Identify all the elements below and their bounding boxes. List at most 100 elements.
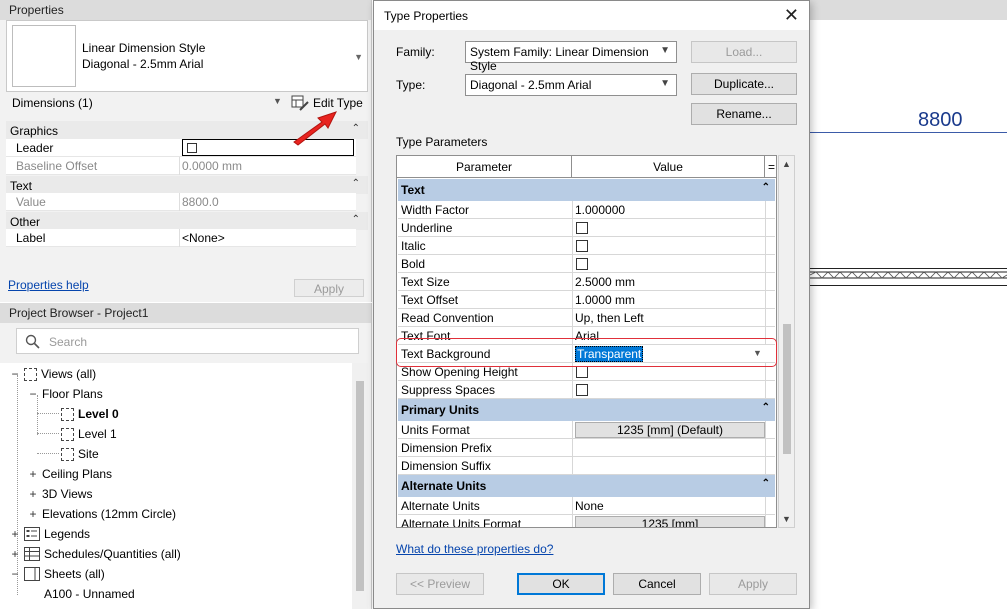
browser-search-input[interactable]: Search <box>16 328 359 354</box>
group-label: Primary Units <box>401 403 480 417</box>
collapse-icon[interactable]: − <box>28 387 38 401</box>
chevron-down-icon[interactable]: ▼ <box>660 78 670 89</box>
suppress-spaces-checkbox[interactable] <box>576 384 588 396</box>
expand-icon[interactable]: + <box>28 487 38 501</box>
property-label: Leader <box>16 141 54 155</box>
chevron-up-icon[interactable]: ▲ <box>782 159 791 169</box>
units-format-button[interactable]: 1235 [mm] (Default) <box>575 422 765 438</box>
tree-label: Legends <box>44 527 91 541</box>
tree-node-elevations[interactable]: + Elevations (12mm Circle) <box>28 505 176 523</box>
collapse-icon[interactable]: ⌃ <box>762 182 770 193</box>
chevron-down-icon[interactable]: ▼ <box>660 45 670 56</box>
ok-button[interactable]: OK <box>517 573 605 595</box>
alternate-units-format-button[interactable]: 1235 [mm] <box>575 516 765 527</box>
italic-checkbox[interactable] <box>576 240 588 252</box>
tree-node-ceiling-plans[interactable]: + Ceiling Plans <box>28 465 112 483</box>
param-label: Italic <box>401 239 426 253</box>
wall-hatch <box>810 271 1007 279</box>
property-value[interactable]: <None> <box>182 231 225 245</box>
chevron-down-icon[interactable]: ▼ <box>782 514 791 524</box>
expand-icon[interactable]: + <box>10 527 20 541</box>
expand-icon[interactable]: + <box>10 547 20 561</box>
family-dropdown[interactable]: System Family: Linear Dimension Style ▼ <box>465 41 677 73</box>
tree-node-3d-views[interactable]: + 3D Views <box>28 485 92 503</box>
grid-scrollbar[interactable]: ▲ ▼ <box>778 155 795 528</box>
tree-label: 3D Views <box>42 487 93 501</box>
param-value[interactable]: None <box>575 499 604 513</box>
bold-checkbox[interactable] <box>576 258 588 270</box>
tree-node-schedules[interactable]: + Schedules/Quantities (all) <box>10 545 181 563</box>
param-label: Units Format <box>401 423 470 437</box>
param-value[interactable]: Up, then Left <box>575 311 644 325</box>
type-dropdown[interactable]: Diagonal - 2.5mm Arial ▼ <box>465 74 677 96</box>
expand-icon[interactable]: + <box>28 507 38 521</box>
collapse-icon[interactable]: − <box>10 367 20 381</box>
group-text[interactable]: Text ⌃ <box>6 176 368 194</box>
floor-plan-icon <box>61 427 74 441</box>
grid-header: Parameter Value = <box>397 156 776 178</box>
properties-help-link[interactable]: What do these properties do? <box>396 542 553 556</box>
param-value[interactable]: 1.0000 mm <box>575 293 635 307</box>
underline-checkbox[interactable] <box>576 222 588 234</box>
tree-node-a100[interactable]: A100 - Unnamed <box>44 585 135 603</box>
type-selector[interactable]: Linear Dimension Style Diagonal - 2.5mm … <box>6 20 368 92</box>
tree-label: Elevations (12mm Circle) <box>42 507 177 521</box>
group-text[interactable]: Text ⌃ <box>398 179 775 201</box>
tree-node-views[interactable]: − Views (all) <box>10 365 96 383</box>
param-label: Width Factor <box>401 203 470 217</box>
dimension-line[interactable] <box>810 132 1007 133</box>
group-alternate-units[interactable]: Alternate Units ⌃ <box>398 475 775 497</box>
rename-button[interactable]: Rename... <box>691 103 797 125</box>
param-label: Read Convention <box>401 311 494 325</box>
collapse-icon[interactable]: ⌃ <box>762 478 770 489</box>
collapse-icon[interactable]: ⌃ <box>352 178 360 189</box>
collapse-icon[interactable]: ⌃ <box>352 123 360 134</box>
apply-button[interactable]: Apply <box>294 279 364 297</box>
leader-checkbox[interactable] <box>187 143 197 153</box>
tree-node-sheets[interactable]: − Sheets (all) <box>10 565 105 583</box>
chevron-down-icon[interactable]: ▼ <box>354 52 363 62</box>
legend-icon <box>24 527 40 541</box>
properties-help-link[interactable]: Properties help <box>8 278 89 292</box>
dimension-value-text[interactable]: 8800 <box>918 109 963 132</box>
column-header-parameter[interactable]: Parameter <box>397 156 572 178</box>
show-opening-height-checkbox[interactable] <box>576 366 588 378</box>
load-button[interactable]: Load... <box>691 41 797 63</box>
divider <box>179 193 180 211</box>
param-value[interactable]: 1.000000 <box>575 203 625 217</box>
properties-panel: Properties Linear Dimension Style Diagon… <box>0 0 372 302</box>
collapse-icon[interactable]: − <box>10 567 20 581</box>
tree-node-site[interactable]: Site <box>61 445 99 463</box>
scrollbar-thumb[interactable] <box>783 324 791 454</box>
search-placeholder: Search <box>49 335 88 349</box>
property-value: 0.0000 mm <box>182 159 243 173</box>
tree-label: A100 - Unnamed <box>44 587 135 601</box>
param-label: Text Size <box>401 275 450 289</box>
type-preview-thumbnail <box>12 25 76 87</box>
param-value[interactable]: 2.5000 mm <box>575 275 635 289</box>
column-header-value[interactable]: Value <box>572 156 765 178</box>
expand-icon[interactable]: + <box>28 467 38 481</box>
tree-label: Level 1 <box>78 427 117 441</box>
tree-node-level-1[interactable]: Level 1 <box>61 425 117 443</box>
tree-node-level-0[interactable]: Level 0 <box>61 405 119 423</box>
column-header-formula[interactable]: = <box>765 156 776 178</box>
cancel-button[interactable]: Cancel <box>613 573 701 595</box>
group-primary-units[interactable]: Primary Units ⌃ <box>398 399 775 421</box>
duplicate-button[interactable]: Duplicate... <box>691 73 797 95</box>
close-icon[interactable]: ✕ <box>784 5 799 26</box>
collapse-icon[interactable]: ⌃ <box>762 402 770 413</box>
group-label: Graphics <box>10 124 59 138</box>
tree-node-legends[interactable]: + Legends <box>10 525 90 543</box>
preview-button[interactable]: << Preview <box>396 573 484 595</box>
param-label: Alternate Units Format <box>401 517 522 528</box>
chevron-down-icon[interactable]: ▼ <box>273 96 282 106</box>
tree-node-floor-plans[interactable]: − Floor Plans <box>28 385 102 403</box>
views-icon <box>24 367 37 381</box>
browser-scrollbar[interactable] <box>352 363 368 609</box>
scrollbar-thumb[interactable] <box>356 381 364 591</box>
collapse-icon[interactable]: ⌃ <box>352 214 360 225</box>
instance-filter-dropdown[interactable]: Dimensions (1) <box>12 96 93 110</box>
group-other[interactable]: Other ⌃ <box>6 212 368 230</box>
apply-button[interactable]: Apply <box>709 573 797 595</box>
